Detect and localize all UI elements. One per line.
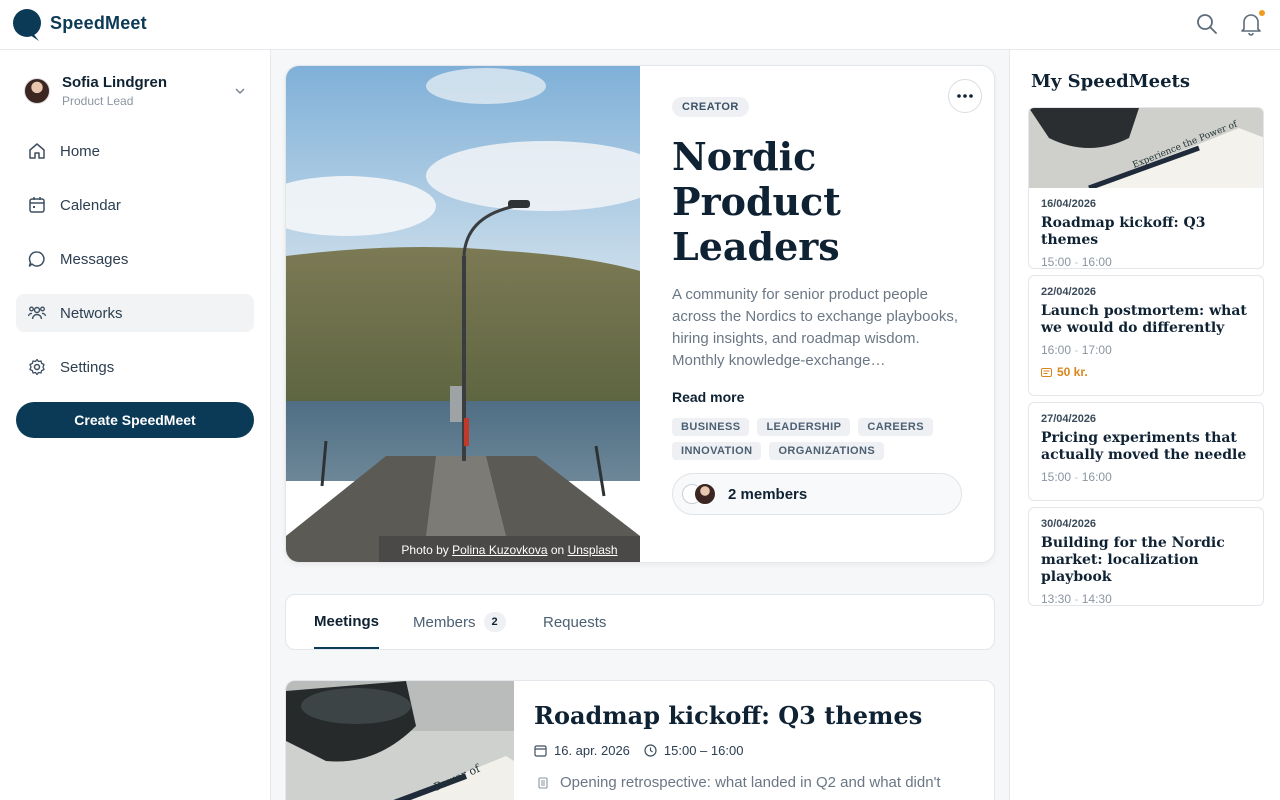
chevron-down-icon: [235, 88, 245, 95]
speedmeet-title: Roadmap kickoff: Q3 themes: [1041, 215, 1206, 248]
meeting-card[interactable]: Power of Roadmap kickoff: Q3 themes 16. …: [285, 680, 995, 800]
sidebar: Sofia Lindgren Product Lead Home Calenda…: [0, 50, 271, 800]
sidebar-item-settings[interactable]: Settings: [16, 348, 254, 386]
meeting-time: 15:00 – 16:00: [663, 743, 744, 758]
tag-list: BUSINESS LEADERSHIP CAREERS INNOVATION O…: [672, 418, 962, 460]
speedmeet-title: Launch postmortem: what we would do diff…: [1041, 303, 1247, 336]
speedmeet-time: 13:30 - 14:30: [1041, 592, 1112, 606]
speedmeet-title: Building for the Nordic market: localiza…: [1041, 535, 1225, 585]
tab-requests[interactable]: Requests: [543, 595, 606, 649]
profile-name: Sofia Lindgren: [62, 74, 167, 91]
speedmeet-time: 16:00 - 17:00: [1041, 343, 1112, 357]
profile-menu[interactable]: Sofia Lindgren Product Lead: [16, 68, 254, 114]
network-tabs: Meetings Members 2 Requests: [285, 594, 995, 650]
speedmeet-date: 22/04/2026: [1041, 286, 1097, 298]
members-count-badge: 2: [483, 612, 506, 632]
speedmeet-date: 16/04/2026: [1041, 198, 1097, 210]
brand-name[interactable]: SpeedMeet: [50, 13, 147, 34]
create-speedmeet-button[interactable]: Create SpeedMeet: [16, 402, 254, 438]
network-cover-image: [286, 66, 640, 562]
sidebar-item-home[interactable]: Home: [16, 132, 254, 170]
speedmeet-time: 15:00 - 16:00: [1041, 255, 1112, 269]
sidebar-item-label: Settings: [60, 358, 115, 376]
sidebar-item-label: Home: [60, 142, 101, 160]
sidebar-item-messages[interactable]: Messages: [16, 240, 254, 278]
ticket-icon: [1041, 367, 1052, 377]
speedmeet-title: Pricing experiments that actually moved …: [1041, 430, 1247, 463]
speedmeet-date: 27/04/2026: [1041, 413, 1097, 425]
profile-role: Product Lead: [62, 94, 134, 108]
speedmeet-price: 50 kr.: [1041, 365, 1263, 379]
calendar-icon: [534, 745, 547, 757]
meeting-image: Power of: [286, 681, 514, 800]
speedmeet-image: Experience the Power of: [1029, 108, 1263, 188]
tab-label: Meetings: [314, 612, 380, 630]
tab-meetings[interactable]: Meetings: [314, 595, 380, 649]
sidebar-item-label: Networks: [60, 304, 123, 322]
calendar-icon: [29, 197, 45, 213]
speedmeet-time: 15:00 - 16:00: [1041, 470, 1112, 484]
creator-badge: CREATOR: [672, 97, 749, 117]
read-more-link[interactable]: Read more: [672, 389, 744, 405]
tab-label: Members: [413, 613, 476, 631]
home-icon: [29, 143, 45, 159]
network-title: Nordic Product Leaders: [672, 134, 841, 269]
meeting-title: Roadmap kickoff: Q3 themes: [534, 701, 923, 730]
speedmeet-card[interactable]: 27/04/2026 Pricing experiments that actu…: [1028, 402, 1264, 501]
sidebar-item-networks[interactable]: Networks: [16, 294, 254, 332]
tag-leadership[interactable]: LEADERSHIP: [757, 418, 851, 436]
meeting-description-text: Opening retrospective: what landed in Q2…: [560, 774, 941, 791]
photo-credit: Photo by Polina Kuzovkova on Unsplash: [379, 536, 640, 562]
document-icon: [538, 776, 548, 789]
tag-organizations[interactable]: ORGANIZATIONS: [769, 442, 885, 460]
network-hero-card: Photo by Polina Kuzovkova on Unsplash CR…: [285, 65, 995, 563]
photo-credit-prefix: Photo by: [401, 543, 449, 557]
speedmeet-card[interactable]: Experience the Power of 16/04/2026 Roadm…: [1028, 107, 1264, 269]
tab-label: Requests: [543, 613, 607, 631]
tag-careers[interactable]: CAREERS: [858, 418, 933, 436]
speedmeet-card[interactable]: 30/04/2026 Building for the Nordic marke…: [1028, 507, 1264, 606]
message-icon: [28, 251, 45, 267]
more-options-button[interactable]: [948, 79, 982, 113]
meeting-date: 16. apr. 2026: [554, 743, 630, 758]
members-button[interactable]: 2 members: [672, 473, 962, 515]
photo-credit-on: on: [550, 543, 565, 557]
meeting-meta: 16. apr. 2026 15:00 – 16:00: [534, 743, 743, 758]
main-content: Photo by Polina Kuzovkova on Unsplash CR…: [271, 50, 1009, 800]
tag-business[interactable]: BUSINESS: [672, 418, 750, 436]
speedmeet-logo-icon[interactable]: [12, 8, 44, 42]
members-count-label: 2 members: [728, 485, 808, 503]
sidebar-item-calendar[interactable]: Calendar: [16, 186, 254, 224]
gear-icon: [29, 358, 45, 376]
photo-credit-site-link[interactable]: Unsplash: [568, 543, 618, 557]
tag-innovation[interactable]: INNOVATION: [672, 442, 762, 460]
tab-members[interactable]: Members 2: [413, 595, 506, 649]
speedmeet-date: 30/04/2026: [1041, 518, 1097, 530]
bell-icon[interactable]: [1240, 12, 1262, 36]
member-avatar: [694, 483, 716, 505]
sidebar-item-label: Messages: [60, 250, 129, 268]
more-horizontal-icon: [957, 94, 973, 98]
meeting-description: Opening retrospective: what landed in Q2…: [534, 774, 941, 791]
clock-icon: [644, 744, 657, 757]
speedmeet-card[interactable]: 22/04/2026 Launch postmortem: what we wo…: [1028, 275, 1264, 396]
notification-dot: [1259, 10, 1265, 16]
users-icon: [27, 306, 47, 320]
avatar: [24, 78, 50, 104]
my-speedmeets-panel: My SpeedMeets Experience the Power of 16…: [1009, 50, 1280, 800]
top-bar: SpeedMeet: [0, 0, 1280, 50]
search-icon[interactable]: [1196, 13, 1218, 35]
photo-credit-author-link[interactable]: Polina Kuzovkova: [452, 543, 547, 557]
network-description: A community for senior product people ac…: [672, 286, 958, 369]
panel-title: My SpeedMeets: [1031, 71, 1191, 92]
sidebar-item-label: Calendar: [60, 196, 121, 214]
